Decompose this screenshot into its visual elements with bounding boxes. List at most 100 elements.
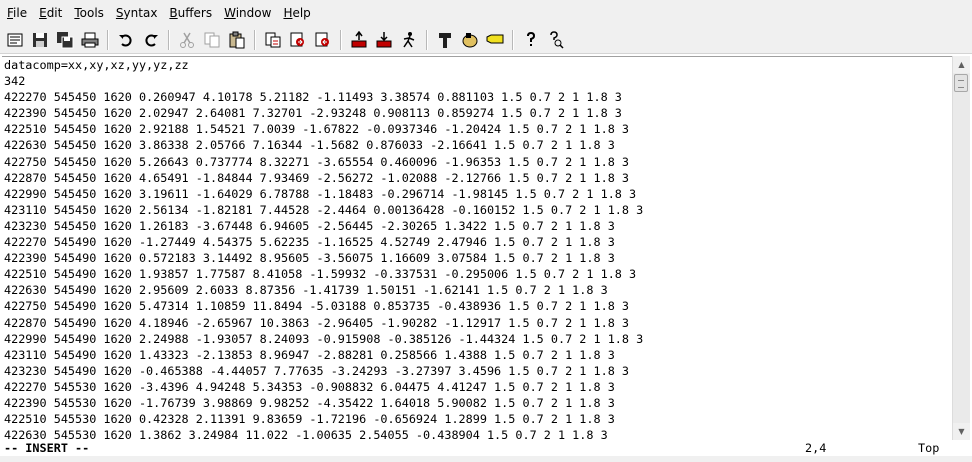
toolbar-separator [254, 29, 256, 50]
editor-line: 422870 545450 1620 4.65491 -1.84844 7.93… [4, 170, 630, 185]
editor-line: 423110 545490 1620 1.43323 -2.13853 8.96… [4, 347, 615, 362]
undo-button[interactable] [115, 29, 137, 51]
menu-tools-label: ools [79, 6, 104, 20]
find-help-button[interactable] [545, 29, 567, 51]
status-line: -- INSERT -- 2,4 Top [0, 440, 972, 456]
menu-edit-label: dit [46, 6, 63, 20]
editor-line: 422750 545490 1620 5.47314 1.10859 11.84… [4, 299, 630, 314]
print-button[interactable] [79, 29, 101, 51]
find-prev-icon [315, 32, 329, 46]
editor-line: 422870 545490 1620 4.18946 -2.65967 10.3… [4, 315, 630, 330]
find-next-icon [290, 32, 304, 46]
menu-buffers-label: uffers [177, 6, 213, 20]
editor-line: 422270 545490 1620 -1.27449 4.54375 5.62… [4, 235, 615, 250]
menu-help[interactable]: Help [278, 0, 315, 26]
make-icon [439, 32, 451, 48]
menu-edit-accel: E [39, 6, 47, 20]
find-prev-button[interactable] [312, 29, 334, 51]
editor-line: 422630 545450 1620 3.86338 2.05766 7.163… [4, 138, 615, 153]
redo-button[interactable] [140, 29, 162, 51]
menu-window[interactable]: Window [219, 0, 276, 26]
menu-buffers[interactable]: Buffers [164, 0, 217, 26]
save-all-button[interactable] [54, 29, 76, 51]
editor-line: 422390 545530 1620 -1.76739 3.98869 9.98… [4, 395, 615, 410]
menu-syntax-accel: S [115, 6, 124, 20]
toolbar-separator [426, 29, 428, 50]
copy-button[interactable] [201, 29, 223, 51]
menu-help-label: elp [292, 6, 311, 20]
toolbar [0, 26, 972, 54]
cut-button[interactable] [176, 29, 198, 51]
save-session-icon [376, 31, 392, 47]
menu-tools[interactable]: Tools [69, 0, 109, 26]
editor-line: 423230 545450 1620 1.26183 -3.67448 6.94… [4, 218, 615, 233]
find-help-icon [550, 30, 564, 49]
menu-syntax[interactable]: Syntax [111, 0, 163, 26]
shell-icon [462, 32, 478, 47]
cut-icon [180, 32, 194, 48]
copy-icon [204, 32, 220, 47]
run-script-icon [403, 31, 415, 47]
run-script-button[interactable] [398, 29, 420, 51]
editor-line: 422990 545450 1620 3.19611 -1.64029 6.78… [4, 186, 637, 201]
load-session-icon [351, 30, 367, 47]
scroll-position: Top [918, 441, 940, 455]
paste-icon [229, 31, 245, 48]
open-icon [7, 33, 23, 46]
shell-button[interactable] [459, 29, 481, 51]
make-button[interactable] [434, 29, 456, 51]
ctags-button[interactable] [484, 29, 506, 51]
menu-file-label: ile [13, 6, 28, 20]
editor-line: 422630 545490 1620 2.95609 2.6033 8.8735… [4, 283, 608, 298]
ctags-icon [486, 34, 504, 43]
menu-file[interactable]: File [2, 0, 32, 26]
editor-line: 342 [4, 74, 26, 89]
find-next-button[interactable] [287, 29, 309, 51]
help-button[interactable] [520, 29, 542, 51]
save-button[interactable] [29, 29, 51, 51]
find-replace-icon [265, 32, 281, 47]
editor-line: 422990 545490 1620 2.24988 -1.93057 8.24… [4, 331, 644, 346]
paste-button[interactable] [226, 29, 248, 51]
editor-line: 423230 545490 1620 -0.465388 -4.44057 7.… [4, 363, 630, 378]
editor-line: 422270 545450 1620 0.260947 4.10178 5.21… [4, 90, 622, 105]
load-session-button[interactable] [348, 29, 370, 51]
toolbar-separator [512, 29, 514, 50]
editor-line: datacomp=xx,xy,xz,yy,yz,zz [4, 58, 189, 72]
menu-bar: File Edit Tools Syntax Buffers Window He… [0, 0, 972, 26]
toolbar-separator [168, 29, 170, 50]
open-button[interactable] [4, 29, 26, 51]
editor-line: 422750 545450 1620 5.26643 0.737774 8.32… [4, 154, 630, 169]
save-icon [33, 32, 47, 47]
window-bottom-edge [0, 456, 972, 462]
scrollbar-thumb[interactable] [954, 74, 968, 92]
menu-window-label: indow [235, 6, 272, 20]
redo-icon [145, 34, 158, 46]
editor-text-area[interactable]: datacomp=xx,xy,xz,yy,yz,zz 342 422270 54… [2, 56, 952, 441]
save-all-icon [57, 31, 74, 48]
undo-icon [119, 34, 132, 46]
editor-line: 422390 545490 1620 0.572183 3.14492 8.95… [4, 251, 615, 266]
print-icon [81, 32, 99, 47]
editor-line: 422510 545490 1620 1.93857 1.77587 8.410… [4, 267, 637, 282]
mode-indicator: -- INSERT -- [4, 441, 90, 455]
editor-line: 422510 545450 1620 2.92188 1.54521 7.003… [4, 122, 630, 137]
vertical-scrollbar[interactable]: ▲ ▼ [952, 56, 970, 440]
save-session-button[interactable] [373, 29, 395, 51]
toolbar-separator [340, 29, 342, 50]
cursor-position: 2,4 [805, 441, 827, 455]
scroll-up-arrow-icon[interactable]: ▲ [953, 56, 970, 73]
editor-line: 423110 545450 1620 2.56134 -1.82181 7.44… [4, 202, 644, 217]
menu-buffers-accel: B [169, 6, 178, 20]
scroll-down-arrow-icon[interactable]: ▼ [953, 423, 970, 440]
editor-line: 422510 545530 1620 0.42328 2.11391 9.836… [4, 412, 615, 427]
editor-line: 422630 545530 1620 1.3862 3.24984 11.022… [4, 428, 608, 441]
help-icon [527, 31, 536, 46]
find-replace-button[interactable] [262, 29, 284, 51]
menu-syntax-label: yntax [123, 6, 158, 20]
menu-edit[interactable]: Edit [34, 0, 67, 26]
editor-line: 422270 545530 1620 -3.4396 4.94248 5.343… [4, 379, 615, 394]
editor-line: 422390 545450 1620 2.02947 2.64081 7.327… [4, 106, 622, 121]
menu-window-accel: W [224, 6, 236, 20]
toolbar-separator [107, 29, 109, 50]
